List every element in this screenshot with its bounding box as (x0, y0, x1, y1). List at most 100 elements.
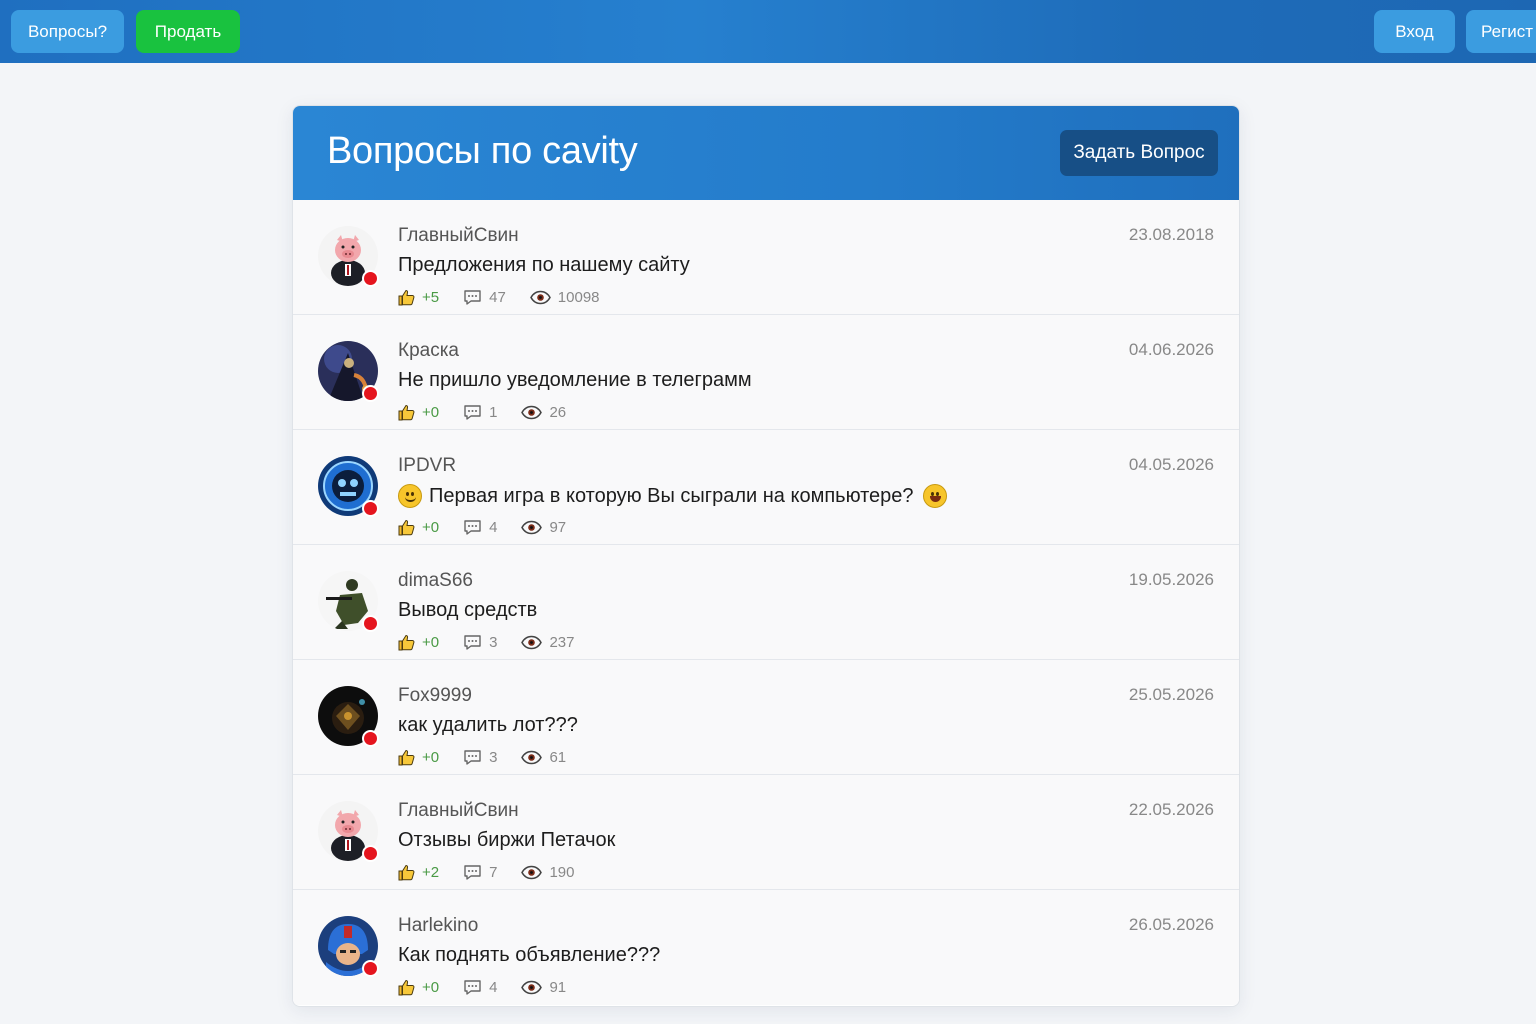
eye-icon (521, 865, 543, 879)
question-title[interactable]: как удалить лот??? (398, 714, 578, 737)
comment-icon (464, 749, 481, 765)
views-count: 237 (549, 633, 575, 651)
question-title[interactable]: Отзывы биржи Петачок (398, 829, 615, 852)
avatar[interactable] (318, 226, 379, 287)
comment-icon (464, 404, 481, 420)
question-title-text[interactable]: Не пришло уведомление в телеграмм (398, 369, 752, 392)
question-row[interactable]: Fox9999 25.05.2026 как удалить лот??? +0… (293, 660, 1239, 775)
question-title[interactable]: Вывод средств (398, 599, 537, 622)
online-status-dot (362, 385, 379, 402)
question-author[interactable]: IPDVR (398, 455, 456, 477)
online-status-dot (362, 270, 379, 287)
views-count: 26 (549, 403, 567, 421)
question-row[interactable]: IPDVR 04.05.2026 Первая игра в которую В… (293, 430, 1239, 545)
thumbs-up-icon (398, 749, 415, 765)
question-title-text[interactable]: Отзывы биржи Петачок (398, 829, 615, 852)
views-stat: 26 (521, 404, 566, 421)
login-button[interactable]: Вход (1374, 10, 1455, 53)
question-row[interactable]: Краска 04.06.2026 Не пришло уведомление … (293, 315, 1239, 430)
likes-count: +0 (422, 403, 440, 421)
question-stats: +0 4 91 (398, 977, 590, 997)
avatar[interactable] (318, 686, 379, 747)
likes-count: +0 (422, 748, 440, 766)
thumbs-up-icon (398, 634, 415, 650)
question-date: 19.05.2026 (1128, 570, 1214, 589)
question-row[interactable]: Harlekino 26.05.2026 Как поднять объявле… (293, 890, 1239, 1005)
likes-stat: +0 (398, 519, 439, 536)
views-stat: 10098 (529, 289, 600, 306)
question-date: 23.08.2018 (1128, 225, 1214, 244)
question-title[interactable]: Первая игра в которую Вы сыграли на комп… (398, 484, 947, 508)
avatar[interactable] (318, 456, 379, 517)
comments-stat: 4 (463, 979, 497, 996)
comment-icon (464, 519, 481, 535)
avatar[interactable] (318, 571, 379, 632)
likes-stat: +0 (398, 634, 439, 651)
comments-stat: 47 (463, 289, 506, 306)
comments-count: 3 (489, 633, 498, 651)
likes-stat: +5 (398, 289, 439, 306)
question-title[interactable]: Как поднять объявление??? (398, 944, 660, 967)
question-title[interactable]: Предложения по нашему сайту (398, 254, 690, 277)
thumbs-up-icon (398, 979, 415, 995)
online-status-dot (362, 845, 379, 862)
question-title-text[interactable]: Как поднять объявление??? (398, 944, 660, 967)
avatar[interactable] (318, 801, 379, 862)
eye-icon (521, 750, 543, 764)
views-count: 91 (549, 978, 567, 996)
likes-stat: +0 (398, 749, 439, 766)
comments-count: 4 (489, 518, 498, 536)
questions-list: ГлавныйСвин 23.08.2018 Предложения по на… (293, 200, 1239, 1005)
comment-icon (464, 864, 481, 880)
question-author[interactable]: ГлавныйСвин (398, 225, 519, 247)
comments-count: 3 (489, 748, 498, 766)
question-row[interactable]: ГлавныйСвин 23.08.2018 Предложения по на… (293, 200, 1239, 315)
card-header: Вопросы по cavity Задать Вопрос (293, 106, 1239, 200)
comments-stat: 3 (463, 634, 497, 651)
question-title-text[interactable]: как удалить лот??? (398, 714, 578, 737)
question-title-text[interactable]: Первая игра в которую Вы сыграли на комп… (429, 485, 914, 508)
comments-stat: 4 (463, 519, 497, 536)
views-stat: 237 (521, 634, 574, 651)
comments-stat: 1 (463, 404, 497, 421)
eye-icon (521, 980, 543, 994)
likes-stat: +2 (398, 864, 439, 881)
eye-icon (521, 405, 543, 419)
question-author[interactable]: dimaS66 (398, 570, 473, 592)
avatar[interactable] (318, 341, 379, 402)
register-button[interactable]: Регист (1466, 10, 1536, 53)
comments-stat: 7 (463, 864, 497, 881)
question-date: 04.05.2026 (1128, 455, 1214, 474)
likes-count: +2 (422, 863, 440, 881)
online-status-dot (362, 500, 379, 517)
comments-count: 1 (489, 403, 498, 421)
eye-icon (521, 635, 543, 649)
comments-count: 4 (489, 978, 498, 996)
questions-card: Вопросы по cavity Задать Вопрос ГлавныйС… (292, 105, 1240, 1007)
question-title-text[interactable]: Предложения по нашему сайту (398, 254, 690, 277)
comments-count: 47 (489, 288, 506, 306)
avatar[interactable] (318, 916, 379, 977)
question-stats: +0 3 237 (398, 632, 598, 652)
question-stats: +0 4 97 (398, 517, 590, 537)
question-row[interactable]: ГлавныйСвин 22.05.2026 Отзывы биржи Пета… (293, 775, 1239, 890)
likes-count: +5 (422, 288, 440, 306)
question-date: 25.05.2026 (1128, 685, 1214, 704)
question-title[interactable]: Не пришло уведомление в телеграмм (398, 369, 752, 392)
question-author[interactable]: ГлавныйСвин (398, 800, 519, 822)
likes-count: +0 (422, 633, 440, 651)
question-row[interactable]: dimaS66 19.05.2026 Вывод средств +0 3 23… (293, 545, 1239, 660)
comment-icon (464, 289, 481, 305)
question-author[interactable]: Fox9999 (398, 685, 472, 707)
question-title-text[interactable]: Вывод средств (398, 599, 537, 622)
question-author[interactable]: Harlekino (398, 915, 478, 937)
top-navbar: Вопросы? Продать Вход Регист (0, 0, 1536, 63)
eye-icon (521, 520, 543, 534)
question-date: 26.05.2026 (1128, 915, 1214, 934)
thumbs-up-icon (398, 519, 415, 535)
questions-button[interactable]: Вопросы? (11, 10, 124, 53)
sell-button[interactable]: Продать (136, 10, 240, 53)
ask-question-button[interactable]: Задать Вопрос (1060, 130, 1218, 176)
page-title: Вопросы по cavity (327, 130, 638, 172)
question-author[interactable]: Краска (398, 340, 459, 362)
